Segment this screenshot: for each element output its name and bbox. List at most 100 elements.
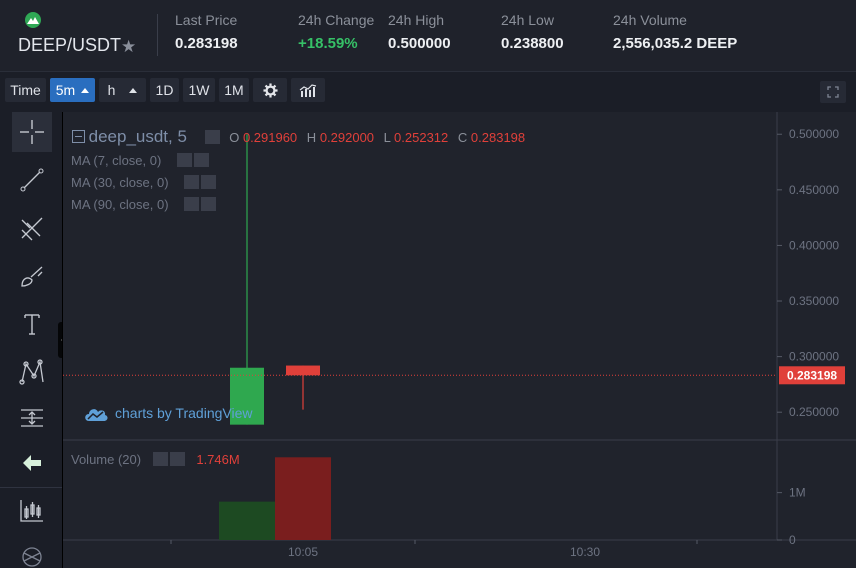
ohlc-low-key: L <box>383 130 391 145</box>
low-value: 0.238800 <box>501 35 564 52</box>
collapse-legend-icon[interactable] <box>72 130 85 143</box>
tools-divider <box>0 487 62 488</box>
last-price-label: Last Price <box>175 12 238 28</box>
volume-close-icon[interactable] <box>169 452 185 466</box>
settings-button[interactable] <box>253 78 287 102</box>
watermark-text: charts by TradingView <box>115 405 253 421</box>
price-axis-tick-label: 0.450000 <box>789 183 839 197</box>
measure-icon <box>21 409 43 427</box>
measure-tool[interactable] <box>12 398 52 438</box>
tradingview-watermark[interactable]: charts by TradingView <box>83 405 252 422</box>
crosshair-icon <box>20 120 44 144</box>
ma-30-label: MA (30, close, 0) <box>71 175 169 190</box>
change-value: +18.59% <box>298 35 358 52</box>
settings-icon <box>262 83 278 98</box>
caret-up-icon <box>129 88 138 93</box>
chart-area[interactable]: 0.500000 0.450000 0.400000 0.350000 0.300000… <box>62 112 856 568</box>
ma-legend-90: MA (90, close, 0) <box>71 197 217 212</box>
crosshair-tool[interactable] <box>12 112 52 152</box>
web-tool[interactable] <box>12 537 52 568</box>
ma-90-close-icon[interactable] <box>201 197 217 211</box>
interval-1d-label: 1D <box>155 82 174 98</box>
high-value: 0.500000 <box>388 35 451 52</box>
time-axis-tick-label: 10:05 <box>288 545 318 559</box>
text-tool[interactable] <box>12 304 52 344</box>
chart-toolbar: Time 5m h 1D 1W 1M <box>0 72 856 112</box>
ma-90-settings-icon[interactable] <box>184 197 200 211</box>
fullscreen-button[interactable] <box>820 81 846 103</box>
high-stat: 24h High 0.500000 <box>388 12 451 52</box>
symbol-settings-icon[interactable] <box>204 130 220 144</box>
low-label: 24h Low <box>501 12 554 28</box>
fullscreen-icon <box>827 86 839 98</box>
last-price-value: 0.283198 <box>175 35 238 52</box>
back-tool[interactable] <box>12 443 52 483</box>
interval-1w-button[interactable]: 1W <box>183 78 215 102</box>
fib-tool[interactable] <box>12 208 52 248</box>
indicators-button[interactable] <box>291 78 325 102</box>
last-price-stat: Last Price 0.283198 <box>175 12 238 52</box>
symbol-title: deep_usdt, 5 <box>88 127 187 146</box>
interval-5m-label: 5m <box>55 82 76 98</box>
trend-line-tool[interactable] <box>12 160 52 200</box>
ma-7-label: MA (7, close, 0) <box>71 153 162 168</box>
volume-label: 24h Volume <box>613 12 687 28</box>
brush-tool[interactable] <box>12 256 52 296</box>
volume-value: 2,556,035.2 DEEP <box>613 35 738 52</box>
deep-logo-icon <box>25 12 41 28</box>
price-axis-tick-label: 0.500000 <box>789 127 839 141</box>
interval-1m-button[interactable]: 1M <box>219 78 249 102</box>
ma-legend-7: MA (7, close, 0) <box>71 153 209 168</box>
price-axis-tick-label: 0.250000 <box>789 405 839 419</box>
change-label: 24h Change <box>298 12 375 28</box>
candle-chart-icon <box>20 500 43 522</box>
pair-name: DEEP/USDT <box>18 35 122 55</box>
price-axis-tick-label: 0.350000 <box>789 294 839 308</box>
low-stat: 24h Low 0.238800 <box>501 12 564 52</box>
volume-axis-tick-label: 0 <box>789 533 796 547</box>
ma-30-settings-icon[interactable] <box>184 175 200 189</box>
volume-bar <box>219 501 275 540</box>
indicators-icon <box>299 84 317 97</box>
change-stat: 24h Change +18.59% <box>298 12 374 52</box>
volume-settings-icon[interactable] <box>152 452 168 466</box>
high-label: 24h High <box>388 12 445 28</box>
ma-legend-30: MA (30, close, 0) <box>71 175 217 190</box>
ma-7-close-icon[interactable] <box>193 153 209 167</box>
ma-30-close-icon[interactable] <box>201 175 217 189</box>
time-button[interactable]: Time <box>5 78 46 102</box>
back-arrow-icon <box>23 455 41 471</box>
ohlc-close-key: C <box>457 130 468 145</box>
volume-value-label: 1.746M <box>196 452 240 467</box>
time-label: Time <box>10 82 41 98</box>
drawing-tools-panel <box>0 112 62 568</box>
brush-icon <box>21 266 43 287</box>
interval-1w-label: 1W <box>188 82 210 98</box>
ohlc-open-key: O <box>229 130 240 145</box>
interval-h-label: h <box>107 82 116 98</box>
fib-icon <box>21 217 43 241</box>
volume-bar <box>275 457 331 540</box>
favorite-star-icon[interactable]: ★ <box>121 37 136 57</box>
ohlc-high-value: 0.292000 <box>319 130 375 145</box>
ma-90-label: MA (90, close, 0) <box>71 197 169 212</box>
text-icon <box>24 314 40 335</box>
volume-axis-tick-label: 1M <box>789 486 806 500</box>
candle-body <box>286 365 320 376</box>
interval-5m-button[interactable]: 5m <box>50 78 95 102</box>
price-axis-tick-label: 0.300000 <box>789 350 839 364</box>
pattern-tool[interactable] <box>12 352 52 392</box>
interval-1m-label: 1M <box>224 82 244 98</box>
ohlc-open-value: 0.291960 <box>242 130 298 145</box>
interval-1d-button[interactable]: 1D <box>150 78 179 102</box>
volume-stat: 24h Volume 2,556,035.2 DEEP <box>613 12 737 52</box>
candle-chart-tool[interactable] <box>12 491 52 531</box>
ma-7-settings-icon[interactable] <box>176 153 192 167</box>
interval-h-button[interactable]: h <box>99 78 146 102</box>
ohlc-close-value: 0.283198 <box>470 130 526 145</box>
symbol-legend: deep_usdt, 5 O 0.291960 H 0.292000 L 0.2… <box>72 127 525 147</box>
time-axis-tick-label: 10:30 <box>570 545 600 559</box>
cloud-icon <box>85 409 108 421</box>
trend-line-icon <box>20 168 44 192</box>
header-divider <box>157 14 158 56</box>
